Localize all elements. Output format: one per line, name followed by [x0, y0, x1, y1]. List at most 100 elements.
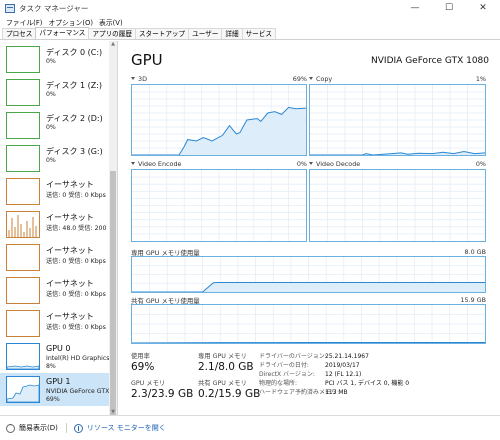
graph-video-decode: [309, 169, 486, 242]
graph-grid: [310, 85, 485, 155]
detail-key: ドライバーのバージョン:: [259, 353, 327, 360]
engine-selector-3d[interactable]: 3D: [131, 75, 147, 83]
graph-grid: [310, 170, 485, 241]
graph-grid: [132, 257, 485, 292]
tab-processes[interactable]: プロセス: [2, 28, 37, 39]
tab-startup[interactable]: スタートアップ: [134, 28, 190, 39]
tab-services[interactable]: サービス: [241, 28, 276, 39]
close-button[interactable]: ✕: [466, 0, 500, 16]
sidebar-item[interactable]: イーサネット送信: 0 受信: 0 Kbps: [0, 175, 109, 208]
sidebar-item-name: GPU 1: [46, 377, 71, 386]
detail-key: 物理的な場所:: [259, 380, 298, 387]
tab-performance[interactable]: パフォーマンス: [35, 27, 90, 39]
open-resource-monitor-link[interactable]: リソース モニターを開く: [87, 423, 166, 433]
menu-file[interactable]: ファイル(F): [6, 17, 42, 27]
sidebar-item[interactable]: ディスク 3 (G:) 0%: [0, 142, 109, 175]
dedicated-memory-max: 8.0 GB: [464, 248, 486, 256]
detail-value: 12 (FL 12.1): [325, 371, 362, 378]
sidebar-item[interactable]: ディスク 1 (Z:) 0%: [0, 76, 109, 109]
sidebar-item-detail: 0%: [46, 58, 56, 65]
graph-grid: [132, 85, 306, 155]
gpu-detail-panel: GPU NVIDIA GeForce GTX 1080 3D 69% Copy …: [119, 41, 500, 415]
sidebar-thumbnail-graph: [6, 211, 40, 238]
menu-options[interactable]: オプション(O): [48, 17, 93, 27]
graph-3d: [131, 84, 307, 156]
engine-pct-3d: 69%: [292, 75, 307, 83]
dedicated-gpu-memory-label: 専用 GPU メモリ: [198, 353, 247, 360]
sidebar-thumbnail-graph: [6, 79, 40, 106]
dropdown-arrow-icon: [131, 77, 135, 80]
shared-gpu-memory-label: 共有 GPU メモリ: [198, 380, 247, 387]
sidebar-thumbnail-graph: [6, 277, 40, 304]
dropdown-arrow-icon: [309, 77, 313, 80]
minimize-button[interactable]: —: [398, 0, 432, 16]
dedicated-gpu-memory-value: 2.1/8.0 GB: [198, 361, 254, 373]
sidebar-thumbnail-graph: [6, 46, 40, 73]
sidebar-item-value: 69%: [46, 396, 60, 403]
engine-selector-copy[interactable]: Copy: [309, 75, 332, 83]
dropdown-arrow-icon: [309, 162, 313, 165]
shared-memory-max: 15.9 GB: [460, 296, 486, 304]
engine-pct-video-encode: 0%: [296, 160, 307, 168]
detail-key: ハードウェア予約済みメモリ:: [259, 389, 340, 396]
detail-value: 113 MB: [325, 389, 348, 396]
task-manager-app-icon: [5, 3, 15, 13]
graph-copy: [309, 84, 486, 156]
engine-label-video-encode: Video Encode: [138, 160, 182, 168]
page-title: GPU: [131, 51, 163, 69]
sidebar-item-detail: 0%: [46, 157, 56, 164]
sidebar-item[interactable]: イーサネット 送信: 0 受信: 0 Kbps: [0, 307, 109, 340]
sidebar-item[interactable]: ディスク 2 (D:) 0%: [0, 109, 109, 142]
sidebar-item-name: イーサネット: [46, 180, 94, 189]
sidebar-item[interactable]: GPU 0 Intel(R) HD Graphics 8%: [0, 340, 110, 373]
graph-grid: [132, 170, 306, 241]
bottom-bar: ˄ 簡易表示(D) リソース モニターを開く: [0, 415, 500, 440]
tab-strip: プロセス パフォーマンス アプリの履歴 スタートアップ ユーザー 詳細 サービス: [0, 27, 500, 40]
sidebar-item-name: イーサネット: [46, 312, 94, 321]
shared-gpu-memory-value: 0.2/15.9 GB: [198, 388, 261, 400]
sidebar-item-detail: 0%: [46, 124, 56, 131]
scrollbar-thumb[interactable]: [110, 171, 116, 415]
sidebar-scrollbar[interactable]: ▲ ▼: [109, 41, 117, 415]
driver-date-row: ドライバーの日付: 2019/03/17: [259, 360, 360, 369]
resource-monitor-icon[interactable]: [73, 423, 83, 433]
sidebar-item-name: ディスク 1 (Z:): [46, 81, 103, 90]
dropdown-arrow-icon: [131, 162, 135, 165]
tab-users[interactable]: ユーザー: [188, 28, 223, 39]
sidebar-item[interactable]: イーサネット 送信: 48.0 受信: 200: [0, 208, 109, 241]
engine-selector-video-decode[interactable]: Video Decode: [309, 160, 360, 168]
fewer-details-button[interactable]: 簡易表示(D): [19, 423, 58, 433]
sidebar-item[interactable]: イーサネット 送信: 0 受信: 0 Kbps: [0, 241, 109, 274]
graph-grid: [132, 305, 485, 343]
sidebar-item-name: イーサネット: [46, 213, 94, 222]
sidebar-item[interactable]: イーサネット 送信: 0 受信: 0 Kbps: [0, 274, 109, 307]
scroll-up-arrow-icon[interactable]: ▲: [109, 41, 117, 47]
sidebar-item-detail: Intel(R) HD Graphics: [46, 355, 110, 362]
graph-video-encode: [131, 169, 307, 242]
graph-shared-memory: [131, 304, 486, 344]
sidebar-thumbnail-graph: [6, 112, 40, 139]
sidebar-item[interactable]: GPU 1 NVIDIA GeForce GTX 69%: [0, 373, 109, 406]
sidebar-item-name: GPU 0: [46, 344, 71, 353]
engine-selector-video-encode[interactable]: Video Encode: [131, 160, 181, 168]
sidebar-item-detail: NVIDIA GeForce GTX: [46, 388, 110, 395]
sidebar-thumbnail-graph: [6, 343, 40, 370]
title-bar: タスク マネージャー — ☐ ✕: [0, 0, 500, 16]
detail-key: DirectX バージョン:: [259, 371, 315, 378]
window-title: タスク マネージャー: [19, 3, 89, 13]
sidebar-item-value: 8%: [46, 363, 56, 370]
tab-details[interactable]: 詳細: [221, 28, 243, 39]
tab-app-history[interactable]: アプリの履歴: [88, 28, 136, 39]
gpu-device-name: NVIDIA GeForce GTX 1080: [371, 56, 489, 66]
menu-view[interactable]: 表示(V): [99, 17, 123, 27]
utilization-label: 使用率: [131, 353, 150, 360]
sidebar-thumbnail-graph: [6, 376, 40, 403]
sidebar-item[interactable]: ディスク 0 (C:) 0%: [0, 43, 109, 76]
sidebar-item-detail: 送信: 0 受信: 0 Kbps: [46, 192, 106, 199]
sidebar-item-detail: 0%: [46, 91, 56, 98]
utilization-value: 69%: [131, 361, 155, 373]
sidebar-thumbnail-graph: [6, 178, 40, 205]
gpu-memory-label: GPU メモリ: [131, 380, 166, 387]
maximize-button[interactable]: ☐: [432, 0, 466, 16]
chevron-up-icon[interactable]: ˄: [6, 423, 15, 433]
